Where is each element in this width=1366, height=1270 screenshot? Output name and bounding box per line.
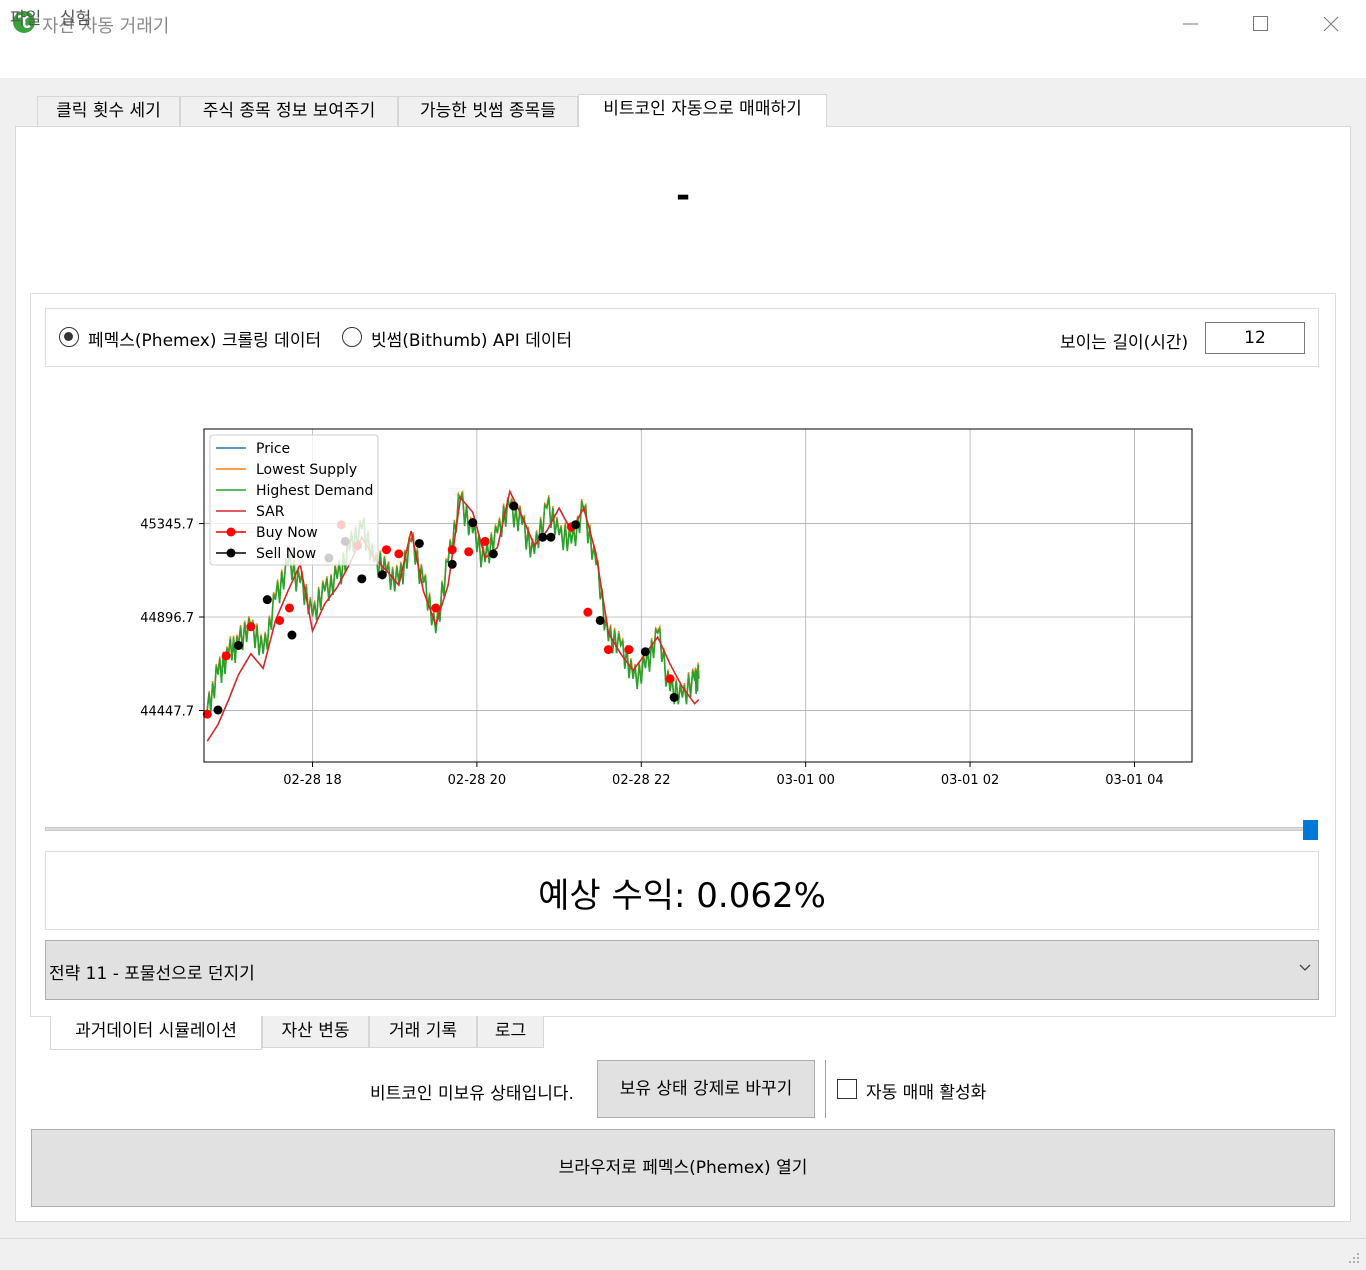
sell-marker xyxy=(357,574,367,584)
auto-trade-checkbox[interactable] xyxy=(837,1079,857,1099)
status-bar xyxy=(0,1238,1366,1270)
buy-marker xyxy=(394,549,404,559)
tab-log[interactable]: 로그 xyxy=(477,1016,544,1048)
status-heading: - xyxy=(675,176,691,216)
buy-marker xyxy=(665,674,675,684)
legend-label: Sell Now xyxy=(256,546,316,562)
close-icon xyxy=(1323,16,1339,32)
buy-marker xyxy=(431,603,441,613)
sell-marker xyxy=(468,518,478,528)
sell-marker xyxy=(287,630,297,640)
phemex-radio-label[interactable]: 페멕스(Phemex) 크롤링 데이터 xyxy=(88,326,321,351)
time-slider-track[interactable] xyxy=(45,827,1318,831)
menu-bar xyxy=(0,48,1366,78)
buy-marker xyxy=(246,622,256,632)
tab-stock-info[interactable]: 주식 종목 정보 보여주기 xyxy=(180,96,398,126)
separator xyxy=(825,1060,826,1118)
x-tick-label: 03-01 04 xyxy=(1105,773,1163,788)
buy-marker xyxy=(464,547,474,557)
legend-label: Price xyxy=(256,441,290,457)
tab-trade-history[interactable]: 거래 기록 xyxy=(369,1016,477,1048)
minimize-icon xyxy=(1183,23,1198,25)
sell-marker xyxy=(509,501,519,511)
sell-marker xyxy=(447,559,457,569)
sell-marker xyxy=(571,520,581,530)
sell-marker xyxy=(595,615,605,625)
visible-length-input[interactable]: 12 xyxy=(1205,322,1305,354)
tab-click-counter[interactable]: 클릭 횟수 세기 xyxy=(37,96,180,126)
sell-marker xyxy=(538,532,548,542)
bithumb-radio[interactable] xyxy=(342,327,362,347)
maximize-button[interactable] xyxy=(1226,0,1296,48)
menu-file[interactable]: 파일 xyxy=(10,4,41,29)
sell-marker xyxy=(488,549,498,559)
legend-label: Highest Demand xyxy=(256,483,373,499)
x-tick-label: 02-28 18 xyxy=(283,773,341,788)
y-tick-label: 45345.7 xyxy=(140,518,194,533)
sell-marker xyxy=(414,538,424,548)
buy-marker xyxy=(480,536,490,546)
y-tick-label: 44447.7 xyxy=(140,704,194,719)
open-browser-button[interactable]: 브라우저로 페멕스(Phemex) 열기 xyxy=(31,1129,1335,1207)
sell-marker xyxy=(377,570,387,580)
menu-experiment[interactable]: 실험 xyxy=(60,4,91,29)
sell-marker xyxy=(213,705,223,715)
buy-marker xyxy=(624,645,634,655)
force-holding-button[interactable]: 보유 상태 강제로 바꾸기 xyxy=(597,1060,815,1118)
tab-asset-change[interactable]: 자산 변동 xyxy=(262,1016,369,1048)
x-tick-label: 02-28 20 xyxy=(448,773,506,788)
buy-marker xyxy=(284,603,294,613)
legend-label: Buy Now xyxy=(256,525,318,541)
strategy-selected-value[interactable]: 전략 11 - 포물선으로 던지기 xyxy=(49,959,255,984)
tab-bithumb-symbols[interactable]: 가능한 빗썸 종목들 xyxy=(398,96,578,126)
sell-marker xyxy=(640,647,650,657)
chart-legend: Price Lowest Supply Highest Demand SAR Buy N… xyxy=(209,434,379,566)
maximize-icon xyxy=(1253,16,1268,31)
sell-marker xyxy=(262,595,272,605)
legend-label: SAR xyxy=(256,504,285,520)
buy-marker xyxy=(221,651,231,661)
bithumb-radio-label[interactable]: 빗썸(Bithumb) API 데이터 xyxy=(371,326,572,351)
tab-backtest[interactable]: 과거데이터 시뮬레이션 xyxy=(50,1016,262,1050)
auto-trade-label[interactable]: 자동 매매 활성화 xyxy=(866,1078,986,1103)
sell-marker xyxy=(669,692,679,702)
legend-swatch-marker xyxy=(226,548,236,558)
y-tick-label: 44896.7 xyxy=(140,611,194,626)
buy-marker xyxy=(381,545,391,555)
price-chart: 02-28 18 02-28 20 02-28 22 03-01 00 03-01 02… xyxy=(140,428,1193,788)
holding-status-label: 비트코인 미보유 상태입니다. xyxy=(370,1084,574,1104)
x-tick-label: 03-01 02 xyxy=(941,773,999,788)
legend-label: Lowest Supply xyxy=(256,462,357,478)
x-tick-label: 02-28 22 xyxy=(612,773,670,788)
tab-bitcoin-autotrade[interactable]: 비트코인 자동으로 매매하기 xyxy=(578,94,827,127)
resize-grip-icon[interactable] xyxy=(1348,1252,1360,1264)
expected-profit: 예상 수익: 0.062% xyxy=(538,876,826,916)
legend-swatch-marker xyxy=(226,527,236,537)
chevron-down-icon[interactable] xyxy=(1298,963,1312,973)
buy-marker xyxy=(603,645,613,655)
buy-marker xyxy=(583,607,593,617)
visible-length-label: 보이는 길이(시간) xyxy=(1060,333,1189,353)
buy-marker xyxy=(447,545,457,555)
buy-marker xyxy=(275,615,285,625)
x-tick-label: 03-01 00 xyxy=(776,773,834,788)
close-button[interactable] xyxy=(1296,0,1366,48)
sell-marker xyxy=(546,532,556,542)
minimize-button[interactable] xyxy=(1156,0,1226,48)
phemex-radio[interactable] xyxy=(59,327,79,347)
sell-marker xyxy=(234,640,244,650)
time-slider-handle[interactable] xyxy=(1303,820,1318,840)
